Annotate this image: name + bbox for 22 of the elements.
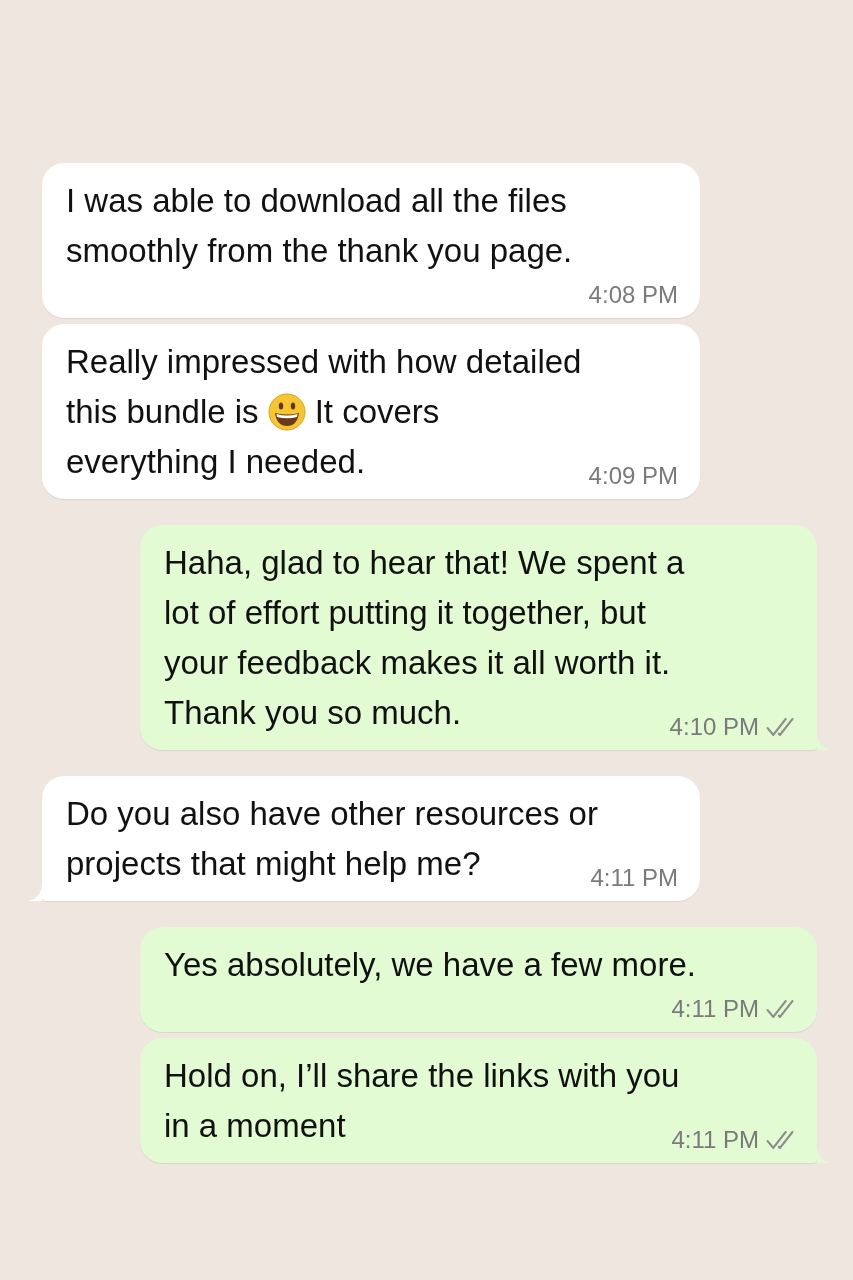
- message-text: Thank you so much.: [164, 693, 462, 733]
- message-text: everything I needed.: [66, 442, 366, 482]
- message-time: 4:08 PM: [588, 280, 678, 310]
- message-time: 4:11 PM: [671, 1125, 759, 1155]
- message-text: lot of effort putting it together, but: [164, 593, 646, 633]
- message-text: Do you also have other resources or: [66, 794, 598, 834]
- message-text: Really impressed with how detailed: [66, 342, 582, 382]
- smiley-emoji-icon: [266, 392, 307, 432]
- message-text: Haha, glad to hear that! We spent a: [164, 543, 685, 583]
- message-text: smoothly from the thank you page.: [66, 231, 573, 271]
- message-time: 4:09 PM: [588, 461, 678, 491]
- message-text: projects that might help me?: [66, 844, 481, 884]
- message-text: in a moment: [164, 1106, 346, 1146]
- message-text: Hold on, I’ll share the links with you: [164, 1056, 680, 1096]
- message-text: Yes absolutely, we have a few more.: [164, 945, 696, 985]
- message-text: your feedback makes it all worth it.: [164, 643, 671, 683]
- message-text: It covers: [314, 392, 440, 432]
- message-text: I was able to download all the files: [66, 181, 567, 221]
- message-time: 4:10 PM: [669, 712, 759, 742]
- message-time: 4:11 PM: [671, 994, 759, 1024]
- message-text: this bundle is: [66, 392, 259, 432]
- message-time: 4:11 PM: [590, 863, 678, 893]
